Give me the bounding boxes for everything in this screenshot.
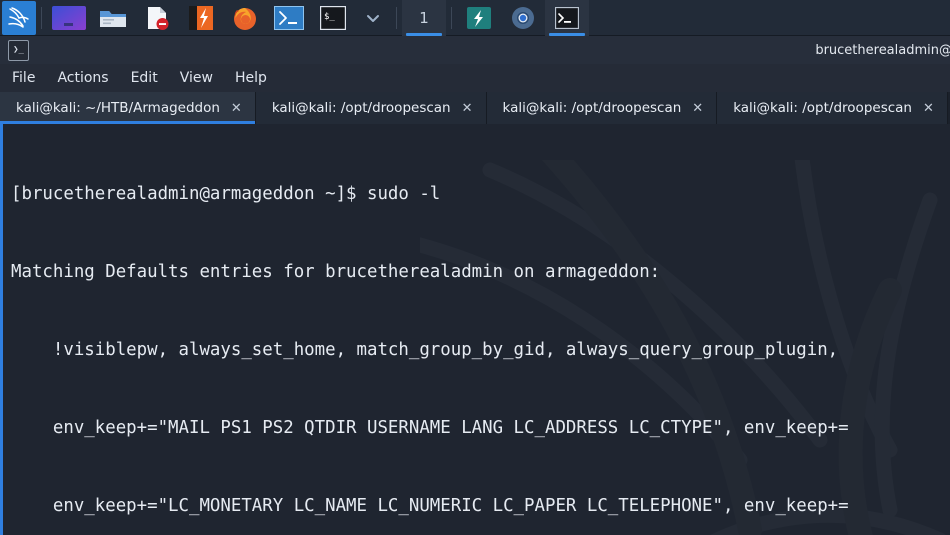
menubar[interactable]: File Actions Edit View Help <box>0 64 950 92</box>
terminal-icon: $_ <box>320 6 346 30</box>
tab-close-icon[interactable]: ✕ <box>462 102 473 115</box>
zap-icon <box>467 7 491 29</box>
tab-droopescan-2[interactable]: kali@kali: /opt/droopescan ✕ <box>486 92 718 124</box>
taskbar-overflow-button[interactable] <box>355 0 391 36</box>
terminal-line: [brucetherealadmin@armageddon ~]$ sudo -… <box>11 184 441 204</box>
taskbar-item-terminal[interactable]: $_ <box>311 0 355 36</box>
tab-close-icon[interactable]: ✕ <box>923 102 934 115</box>
tab-label: kali@kali: /opt/droopescan <box>733 100 912 116</box>
workspace-number: 1 <box>419 9 429 27</box>
tab-label: kali@kali: /opt/droopescan <box>271 100 451 116</box>
taskbar-item-powershell[interactable] <box>267 0 311 36</box>
kali-menu-icon[interactable] <box>2 1 36 35</box>
workspace-active-underline <box>406 33 442 36</box>
chromium-icon <box>512 7 534 29</box>
taskbar-item-file-manager[interactable] <box>91 0 135 36</box>
terminal-line: !visiblepw, always_set_home, match_group… <box>11 340 839 360</box>
tab-label: kali@kali: /opt/droopescan <box>502 100 682 116</box>
workspace-indicator[interactable]: 1 <box>402 0 446 36</box>
menu-file[interactable]: File <box>12 70 35 86</box>
tab-label: kali@kali: ~/HTB/Armageddon <box>16 100 220 116</box>
text-editor-icon <box>148 7 169 30</box>
file-manager-icon <box>100 11 126 27</box>
terminal-area[interactable]: [brucetherealadmin@armageddon ~]$ sudo -… <box>0 124 950 535</box>
terminal-line: env_keep+="MAIL PS1 PS2 QTDIR USERNAME L… <box>11 418 849 438</box>
taskbar-item-workspace-switcher[interactable] <box>47 0 91 36</box>
taskbar-item-kali-menu[interactable] <box>0 0 36 36</box>
screen: $_ 1 ❯_ brucetherealadmin@ File Actions … <box>0 0 950 535</box>
terminal-output[interactable]: [brucetherealadmin@armageddon ~]$ sudo -… <box>3 124 950 535</box>
taskbar-item-burpsuite[interactable] <box>179 0 223 36</box>
taskbar-separator-3 <box>451 7 452 29</box>
firefox-icon <box>234 8 256 30</box>
powershell-icon <box>274 6 304 30</box>
window-titlebar[interactable]: ❯_ brucetherealadmin@ <box>0 36 950 64</box>
taskbar-separator-1 <box>41 7 42 29</box>
chevron-down-icon <box>367 15 379 22</box>
taskbar-item-text-editor[interactable] <box>135 0 179 36</box>
tab-droopescan-1[interactable]: kali@kali: /opt/droopescan ✕ <box>255 92 487 124</box>
tray-item-chromium[interactable] <box>501 0 545 36</box>
menu-edit[interactable]: Edit <box>131 70 158 86</box>
tray-item-zap[interactable] <box>457 0 501 36</box>
menu-actions[interactable]: Actions <box>57 70 108 86</box>
svg-text:$_: $_ <box>324 12 335 22</box>
terminal-window-icon <box>555 7 579 29</box>
kali-dragon-icon <box>8 7 29 28</box>
window-terminal-icon: ❯_ <box>8 39 29 61</box>
window-title: brucetherealadmin@ <box>815 42 950 58</box>
tab-armageddon[interactable]: kali@kali: ~/HTB/Armageddon ✕ <box>0 92 256 124</box>
tabbar[interactable]: kali@kali: ~/HTB/Armageddon ✕ kali@kali:… <box>0 92 950 124</box>
tab-droopescan-3[interactable]: kali@kali: /opt/droopescan ✕ <box>717 92 948 124</box>
taskbar[interactable]: $_ 1 <box>0 0 950 36</box>
terminal-line: Matching Defaults entries for brucethere… <box>11 262 661 282</box>
tab-close-icon[interactable]: ✕ <box>231 102 242 115</box>
taskbar-separator-2 <box>396 7 397 29</box>
taskbar-item-firefox[interactable] <box>223 0 267 36</box>
menu-help[interactable]: Help <box>235 70 267 86</box>
menu-view[interactable]: View <box>180 70 213 86</box>
workspace-switcher-icon <box>52 6 86 30</box>
tray-terminal-active-underline <box>549 33 585 36</box>
burpsuite-icon <box>189 6 213 30</box>
terminal-window: ❯_ brucetherealadmin@ File Actions Edit … <box>0 36 950 535</box>
terminal-line: env_keep+="LC_MONETARY LC_NAME LC_NUMERI… <box>11 496 849 516</box>
tray-item-terminal-window[interactable] <box>545 0 589 36</box>
tab-close-icon[interactable]: ✕ <box>692 102 703 115</box>
